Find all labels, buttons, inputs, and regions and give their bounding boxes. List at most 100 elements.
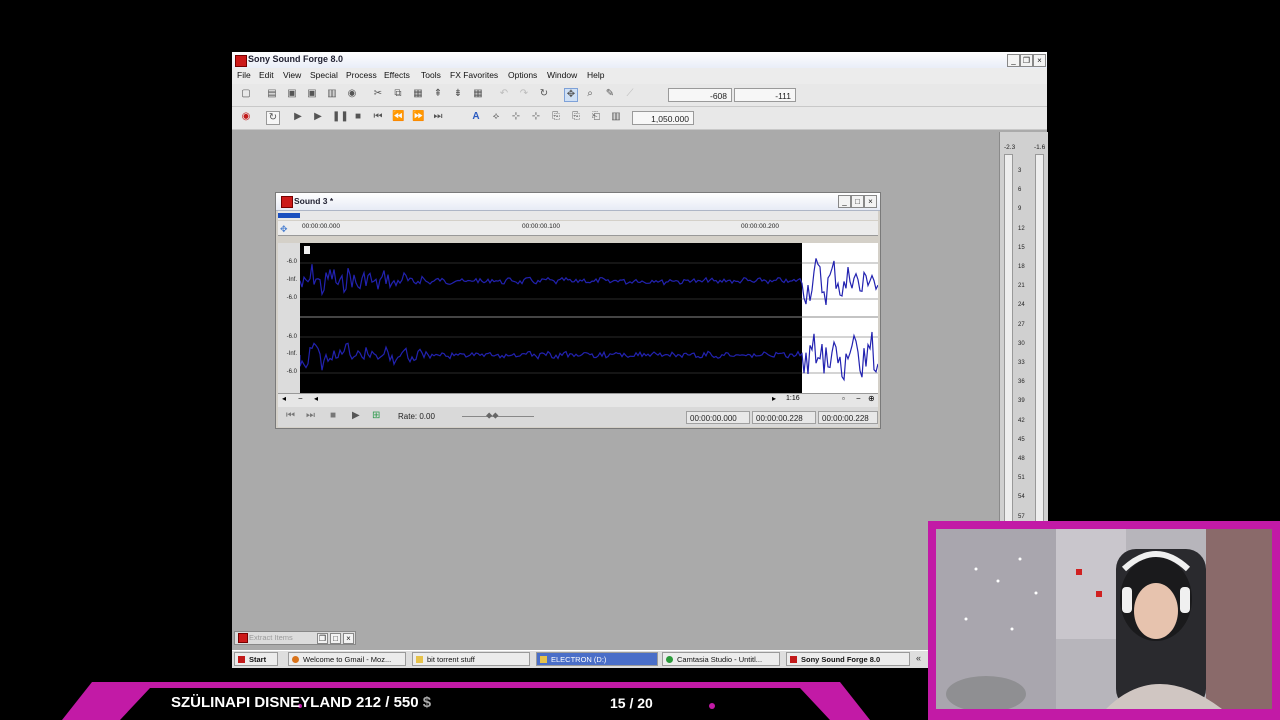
menu-view[interactable]: View [283, 70, 301, 80]
extract-restore-button[interactable]: ❐ [317, 633, 328, 644]
taskbar-item-gmail[interactable]: Welcome to Gmail - Moz... [288, 652, 406, 666]
envelope-tool-icon[interactable]: ⟋ [624, 88, 636, 100]
db-label: -6.0 [286, 295, 297, 301]
taskbar: Start Welcome to Gmail - Moz... bit torr… [232, 650, 928, 668]
properties-icon[interactable]: ◉ [346, 88, 358, 100]
sound-close-button[interactable]: × [864, 195, 877, 208]
scroll-right-icon[interactable]: ▸ [772, 394, 776, 403]
menu-tools[interactable]: Tools [421, 70, 441, 80]
horizontal-scrollbar[interactable]: ◂ − ◂ ▸ 1:16 ▫ − ⊕ [278, 393, 878, 407]
stop-icon[interactable]: ■ [352, 111, 364, 123]
db-label: -6.0 [286, 259, 297, 265]
menu-special[interactable]: Special [310, 70, 338, 80]
menu-fx-favorites[interactable]: FX Favorites [450, 70, 498, 80]
go-to-start-icon[interactable]: ⏮ [372, 111, 384, 123]
loop-region-icon[interactable]: ⎘ [550, 111, 562, 123]
grid-icon[interactable]: ▥ [610, 111, 622, 123]
menu-effects[interactable]: Effects [384, 70, 410, 80]
minimize-button[interactable]: _ [1007, 54, 1020, 67]
meter-tick-label: 57 [1018, 513, 1025, 520]
waveform-display[interactable] [300, 243, 878, 393]
sound-data-window[interactable]: Sound 3 * _ □ × ✥ 00:00:00.000 00:00:00.… [275, 192, 881, 429]
rate-slider-thumb[interactable]: ⬥⬥ [486, 410, 499, 421]
cd-icon[interactable]: ⎗ [590, 111, 602, 123]
overview-position[interactable] [278, 213, 300, 218]
region-icon[interactable]: ⊹ [510, 111, 522, 123]
db-label: -6.0 [286, 369, 297, 375]
go-start-icon[interactable]: ⏮ [286, 410, 295, 421]
extract-close-button[interactable]: × [343, 633, 354, 644]
magnify-tool-icon[interactable]: ⌕ [584, 88, 596, 100]
extract-maximize-button[interactable]: □ [330, 633, 341, 644]
undo-icon[interactable]: ↶ [498, 88, 510, 100]
time-ruler[interactable]: ✥ 00:00:00.000 00:00:00.100 00:00:00.200 [278, 221, 878, 236]
marker-icon[interactable]: ⟡ [490, 111, 502, 123]
start-button[interactable]: Start [234, 652, 278, 666]
selection-start-field[interactable]: -608 [668, 88, 732, 102]
menu-options[interactable]: Options [508, 70, 537, 80]
ruler-tool-icon[interactable]: ✥ [280, 224, 294, 234]
forward-icon[interactable]: ⏩ [412, 111, 424, 123]
restore-button[interactable]: ❐ [1020, 54, 1033, 67]
play-icon[interactable]: ▶ [352, 410, 360, 421]
menu-edit[interactable]: Edit [259, 70, 274, 80]
scroll-left-icon[interactable]: ◂ [282, 394, 286, 403]
zoom-minus-icon[interactable]: − [856, 394, 861, 403]
paste-icon[interactable]: ▦ [412, 88, 424, 100]
go-end-icon[interactable]: ⏭ [306, 410, 315, 421]
pencil-tool-icon[interactable]: ✎ [604, 88, 616, 100]
zoom-out-icon[interactable]: − [298, 394, 303, 403]
snap-icon[interactable]: ⊹ [530, 111, 542, 123]
crossfade-icon[interactable]: ⇟ [452, 88, 464, 100]
playlist-icon[interactable]: ⎘ [570, 111, 582, 123]
open-folder-icon[interactable]: ▤ [266, 88, 278, 100]
overview-bar[interactable] [278, 211, 878, 220]
save-icon[interactable]: ▣ [286, 88, 298, 100]
menu-file[interactable]: File [237, 70, 251, 80]
record-icon[interactable]: ◉ [240, 111, 252, 123]
close-button[interactable]: × [1033, 54, 1046, 67]
taskbar-collapse-icon[interactable]: « [916, 653, 921, 663]
copy-icon[interactable]: ⧉ [392, 88, 404, 100]
menu-help[interactable]: Help [587, 70, 604, 80]
taskbar-item-label: bit torrent stuff [427, 655, 475, 664]
rewind-icon[interactable]: ⏪ [392, 111, 404, 123]
go-to-end-icon[interactable]: ⏭ [432, 111, 444, 123]
pause-icon[interactable]: ❚❚ [332, 111, 349, 123]
render-icon[interactable]: ▥ [326, 88, 338, 100]
redo-icon[interactable]: ↷ [518, 88, 530, 100]
selection-end-field[interactable]: -111 [734, 88, 796, 102]
extract-items-minimized[interactable]: Extract Items ❐ □ × [234, 631, 356, 645]
edit-tool-icon[interactable]: ✥ [564, 88, 578, 102]
sound-minimize-button[interactable]: _ [838, 195, 851, 208]
zoom-field[interactable]: 1,050.000 [632, 111, 694, 125]
text-tool-icon[interactable]: A [470, 111, 482, 123]
play-all-icon[interactable]: ▶ [292, 111, 304, 123]
scroll-left-arrow-icon[interactable]: ◂ [314, 394, 318, 403]
sound-transport: ⏮ ⏭ ■ ▶ ⊞ Rate: 0.00 ⬥⬥ 00:00:00.000 00:… [278, 407, 878, 427]
menu-process[interactable]: Process [346, 70, 377, 80]
meter-tick-label: 39 [1018, 398, 1025, 405]
zoom-plus-icon[interactable]: ⊕ [868, 394, 875, 403]
sound-maximize-button[interactable]: □ [851, 195, 864, 208]
meter-right-peak: -1.6 [1034, 144, 1046, 151]
cut-icon[interactable]: ✂ [372, 88, 384, 100]
menu-window[interactable]: Window [547, 70, 577, 80]
play-normal-icon[interactable]: ⊞ [372, 410, 380, 421]
taskbar-item-camtasia[interactable]: Camtasia Studio - Untitl... [662, 652, 780, 666]
mix-icon[interactable]: ⇞ [432, 88, 444, 100]
taskbar-item-folder[interactable]: bit torrent stuff [412, 652, 530, 666]
meter-tick-label: 18 [1018, 264, 1025, 270]
new-file-icon[interactable]: ▢ [240, 88, 252, 100]
trim-icon[interactable]: ▦ [472, 88, 484, 100]
taskbar-item-drive[interactable]: ELECTRON (D:) [536, 652, 658, 666]
repeat-icon[interactable]: ↻ [538, 88, 550, 100]
play-icon[interactable]: ▶ [312, 111, 324, 123]
start-label: Start [249, 655, 267, 664]
taskbar-item-sound-forge[interactable]: Sony Sound Forge 8.0 [786, 652, 910, 666]
zoom-in-icon[interactable]: ▫ [842, 394, 845, 403]
loop-icon[interactable]: ↻ [266, 111, 280, 125]
stop-icon[interactable]: ■ [330, 410, 336, 421]
save-as-icon[interactable]: ▣ [306, 88, 318, 100]
cursor-marker[interactable] [304, 246, 310, 254]
